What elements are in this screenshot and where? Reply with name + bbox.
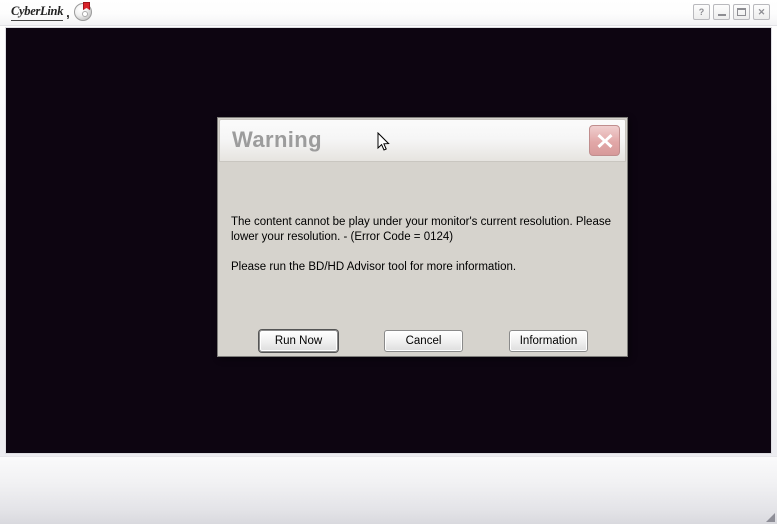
close-button[interactable]: ✕ <box>753 4 770 20</box>
dialog-button-row: Run Now Cancel Information <box>218 330 629 352</box>
maximize-button[interactable] <box>733 4 750 20</box>
help-button[interactable]: ? <box>693 4 710 20</box>
brand-comma: , <box>66 5 70 20</box>
cancel-button[interactable]: Cancel <box>384 330 463 352</box>
dialog-title: Warning <box>232 127 322 152</box>
dialog-message-line1: The content cannot be play under your mo… <box>231 216 611 243</box>
minimize-button[interactable] <box>713 4 730 20</box>
brand-name: CyberLink <box>11 4 63 21</box>
close-icon <box>597 133 612 148</box>
question-mark-icon: ? <box>698 6 705 17</box>
powerdvd-window: CyberLink , ? ✕ Warning The content cann… <box>0 0 777 524</box>
dialog-close-button[interactable] <box>589 125 620 156</box>
control-bar: DVD VIDEO erDVD Deluxe \ TITLE 037 CH 00… <box>0 456 777 524</box>
window-titlebar: CyberLink , ? ✕ <box>0 0 777 26</box>
run-now-button[interactable]: Run Now <box>259 330 338 352</box>
video-display-area[interactable]: Warning The content cannot be play under… <box>5 27 772 454</box>
minimize-icon <box>717 13 726 16</box>
information-button[interactable]: Information <box>509 330 588 352</box>
window-buttons: ? ✕ <box>693 4 770 20</box>
close-icon: ✕ <box>757 6 766 17</box>
maximize-icon <box>737 8 746 16</box>
resize-grip[interactable] <box>766 513 775 522</box>
dialog-titlebar: Warning <box>219 119 626 162</box>
dialog-message-line2: Please run the BD/HD Advisor tool for mo… <box>231 261 517 273</box>
dialog-body: The content cannot be play under your mo… <box>220 164 625 410</box>
cyberlink-logo: CyberLink , <box>11 4 70 21</box>
warning-dialog: Warning The content cannot be play under… <box>217 117 628 357</box>
dialog-message: The content cannot be play under your mo… <box>231 215 617 275</box>
